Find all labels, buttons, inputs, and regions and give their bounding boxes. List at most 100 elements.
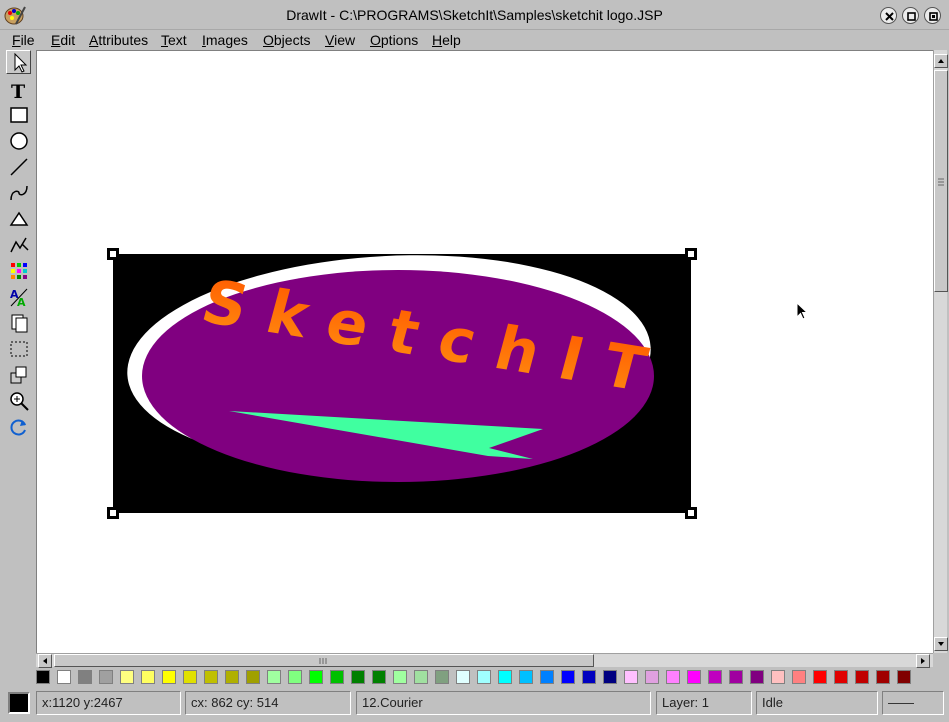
polygon-tool[interactable] [6,206,31,230]
palette-swatch[interactable] [393,670,407,684]
menu-view[interactable]: View [325,31,355,49]
palette-swatch[interactable] [687,670,701,684]
palette-swatch[interactable] [855,670,869,684]
scroll-up-button[interactable] [934,54,948,68]
rectangle-tool[interactable] [6,102,31,126]
menu-mnemonic: E [51,32,61,48]
palette-swatch[interactable] [582,670,596,684]
menu-help[interactable]: Help [432,31,461,49]
menu-label: ext [168,32,187,48]
text-attributes-tool[interactable]: AA [6,284,31,308]
palette-swatch[interactable] [729,670,743,684]
rotate-tool[interactable] [6,414,31,438]
line-tool[interactable] [6,154,31,178]
restore-icon [907,12,916,21]
palette-swatch[interactable] [120,670,134,684]
copy-page-tool[interactable] [6,310,31,334]
palette-swatch[interactable] [288,670,302,684]
menu-label: elp [442,32,461,48]
palette-swatch[interactable] [540,670,554,684]
ellipse-tool[interactable] [6,128,31,152]
palette-swatch[interactable] [309,670,323,684]
menu-objects[interactable]: Objects [263,31,310,49]
menu-label: iew [334,32,356,48]
arrow-down-icon [938,642,944,646]
palette-swatch[interactable] [771,670,785,684]
color-grid-tool[interactable] [6,258,31,282]
horizontal-scroll-thumb[interactable] [54,654,594,667]
palette-swatch[interactable] [435,670,449,684]
palette-swatch[interactable] [477,670,491,684]
menu-file[interactable]: File [12,31,35,49]
palette-grid-icon [11,263,27,279]
scroll-left-button[interactable] [38,654,52,668]
menu-images[interactable]: Images [202,31,248,49]
palette-swatch[interactable] [414,670,428,684]
palette-swatch[interactable] [246,670,260,684]
palette-swatch[interactable] [603,670,617,684]
palette-swatch[interactable] [78,670,92,684]
magnifier-icon [10,392,29,411]
palette-swatch[interactable] [645,670,659,684]
line-icon [10,158,28,176]
menu-options[interactable]: Options [370,31,418,49]
vertical-scrollbar[interactable] [933,50,948,653]
zoom-tool[interactable] [6,388,31,412]
palette-swatch[interactable] [36,670,50,684]
palette-swatch[interactable] [183,670,197,684]
scroll-down-button[interactable] [934,637,948,651]
scroll-right-button[interactable] [916,654,930,668]
vertical-scroll-thumb[interactable] [934,70,948,292]
palette-swatch[interactable] [330,670,344,684]
restore-button[interactable] [902,7,919,24]
selection-handle-inner [688,251,694,257]
group-objects-tool[interactable] [6,362,31,386]
menu-text[interactable]: Text [161,31,187,49]
menu-label: ttributes [98,32,149,48]
curve-icon [10,185,28,201]
palette-swatch[interactable] [204,670,218,684]
menu-edit[interactable]: Edit [51,31,75,49]
rotate-icon [10,419,26,436]
svg-text:T: T [11,81,25,101]
current-color-indicator[interactable] [8,692,30,714]
palette-swatch[interactable] [141,670,155,684]
menu-label: ile [20,32,35,48]
menu-attributes[interactable]: Attributes [89,31,148,49]
drawing-canvas[interactable]: SketchIT [36,50,933,653]
selection-handle-inner [110,510,116,516]
palette-swatch[interactable] [750,670,764,684]
select-tool[interactable] [6,50,31,74]
palette-swatch[interactable] [99,670,113,684]
selection-region-tool[interactable] [6,336,31,360]
palette-swatch[interactable] [351,670,365,684]
palette-swatch[interactable] [708,670,722,684]
text-T-icon: T [11,81,25,101]
menu-mnemonic: A [89,32,99,48]
minimize-button[interactable] [924,7,941,24]
palette-swatch[interactable] [225,670,239,684]
palette-swatch[interactable] [624,670,638,684]
close-button[interactable] [880,7,897,24]
drawing-surface[interactable]: SketchIT [37,51,934,654]
palette-swatch[interactable] [162,670,176,684]
polygon-icon [9,211,29,226]
palette-swatch[interactable] [834,670,848,684]
palette-swatch[interactable] [876,670,890,684]
freehand-tool[interactable] [6,232,31,256]
status-state: Idle [756,691,878,715]
palette-swatch[interactable] [519,670,533,684]
palette-swatch[interactable] [792,670,806,684]
palette-swatch[interactable] [561,670,575,684]
palette-swatch[interactable] [372,670,386,684]
palette-swatch[interactable] [57,670,71,684]
curve-tool[interactable] [6,180,31,204]
palette-swatch[interactable] [267,670,281,684]
palette-swatch[interactable] [813,670,827,684]
palette-swatch[interactable] [498,670,512,684]
palette-swatch[interactable] [456,670,470,684]
palette-swatch[interactable] [897,670,911,684]
text-tool[interactable]: T [6,77,31,101]
palette-swatch[interactable] [666,670,680,684]
horizontal-scrollbar[interactable] [36,653,933,668]
